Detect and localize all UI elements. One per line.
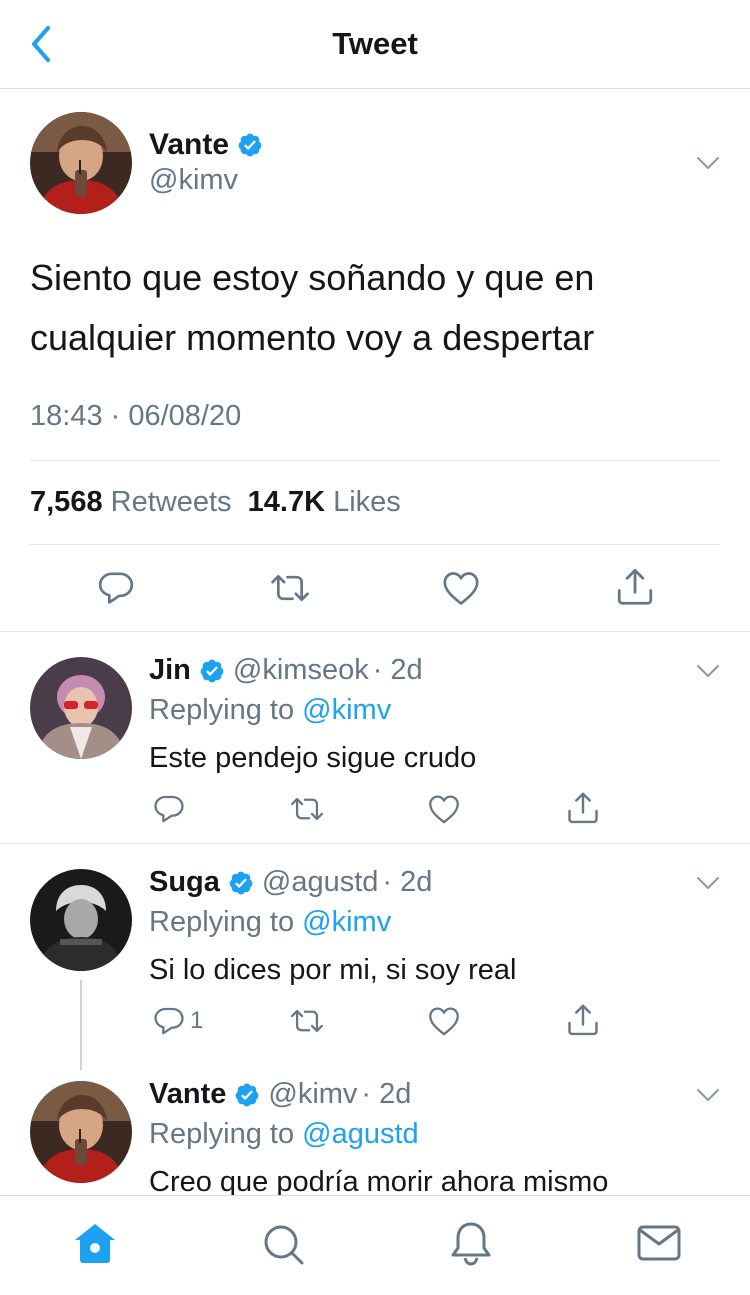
replying-to-label: Replying to [149,694,295,726]
chevron-down-icon [694,1085,722,1105]
share-icon [565,1002,601,1038]
avatar-image [30,1081,132,1183]
reply-time: · 2d [361,1078,412,1110]
reply-icon [152,1004,186,1038]
reply-button[interactable] [96,568,136,608]
reply-button[interactable] [152,792,186,826]
heart-icon [427,792,461,826]
messages-icon [637,1225,681,1261]
reply-count: 1 [190,1007,204,1034]
share-button[interactable] [565,790,601,826]
reply-author-handle[interactable]: @kimv [268,1078,357,1111]
reply-text: Si lo dices por mi, si soy real [149,954,517,986]
author-name[interactable]: Vante [149,128,229,162]
replying-to-handle[interactable]: @agustd [302,1118,419,1150]
reply-options-button[interactable] [694,1085,722,1105]
avatar-image [30,112,132,214]
reply-time: · 2d [382,866,433,898]
chevron-down-icon [694,661,722,681]
retweet-button[interactable] [268,568,312,608]
reply-author-name[interactable]: Jin [149,654,191,687]
tab-search[interactable] [261,1222,305,1266]
replying-to-label: Replying to [149,906,295,938]
reply-icon [96,568,136,608]
tab-messages[interactable] [637,1224,681,1262]
page-title: Tweet [332,26,418,61]
reply-avatar[interactable] [30,657,132,759]
reply-time: · 2d [372,654,423,686]
verified-badge-icon [199,658,225,684]
tweet-text: Siento que estoy soñando y que en cualqu… [30,257,595,358]
tab-notifications[interactable] [449,1220,493,1266]
likes-label[interactable]: Likes [333,486,401,518]
bottom-tab-bar [0,1195,750,1295]
retweet-icon [288,1004,326,1038]
heart-icon [427,1004,461,1038]
top-navigation-bar: Tweet [0,0,750,89]
replying-to-handle[interactable]: @kimv [302,906,391,938]
share-icon [614,566,656,608]
verified-badge-icon [228,870,254,896]
chevron-down-icon [694,873,722,893]
chevron-down-icon [694,153,722,173]
verified-badge-icon [237,132,263,158]
tweet-options-button[interactable] [694,153,722,173]
like-button[interactable] [427,1004,461,1038]
tweet-stats: 7,568 Retweets 14.7K Likes [30,486,401,519]
reply-button[interactable]: 1 [152,1004,203,1038]
notifications-icon [451,1222,491,1266]
heart-icon [441,568,481,608]
divider [0,631,750,632]
share-icon [565,790,601,826]
share-button[interactable] [614,566,656,608]
retweets-count[interactable]: 7,568 [30,486,103,518]
search-icon [264,1225,304,1265]
reply-icon [152,792,186,826]
tab-home[interactable] [72,1222,118,1264]
verified-badge-icon [234,1082,260,1108]
author-handle[interactable]: @kimv [149,164,238,197]
reply-avatar[interactable] [30,869,132,971]
reply-options-button[interactable] [694,661,722,681]
likes-count[interactable]: 14.7K [248,486,325,518]
thread-connector-line [80,980,82,1070]
home-icon [75,1224,115,1263]
reply-avatar[interactable] [30,1081,132,1183]
divider [30,460,720,461]
retweet-button[interactable] [288,1004,326,1038]
replying-to-label: Replying to [149,1118,295,1150]
reply-author-name[interactable]: Suga [149,866,220,899]
retweet-button[interactable] [288,792,326,826]
reply-text: Este pendejo sigue crudo [149,742,477,774]
like-button[interactable] [441,568,481,608]
reply-author-name[interactable]: Vante [149,1078,226,1111]
avatar-image [30,869,132,971]
reply-author-handle[interactable]: @agustd [262,866,379,899]
avatar-image [30,657,132,759]
author-avatar[interactable] [30,112,132,214]
retweets-label[interactable]: Retweets [111,486,232,518]
tweet-timestamp: 18:43 · 06/08/20 [30,400,242,432]
reply-author-handle[interactable]: @kimseok [233,654,369,687]
like-button[interactable] [427,792,461,826]
share-button[interactable] [565,1002,601,1038]
divider [0,843,750,844]
reply-options-button[interactable] [694,873,722,893]
replying-to-handle[interactable]: @kimv [302,694,391,726]
retweet-icon [288,792,326,826]
divider [30,544,720,545]
retweet-icon [268,568,312,608]
